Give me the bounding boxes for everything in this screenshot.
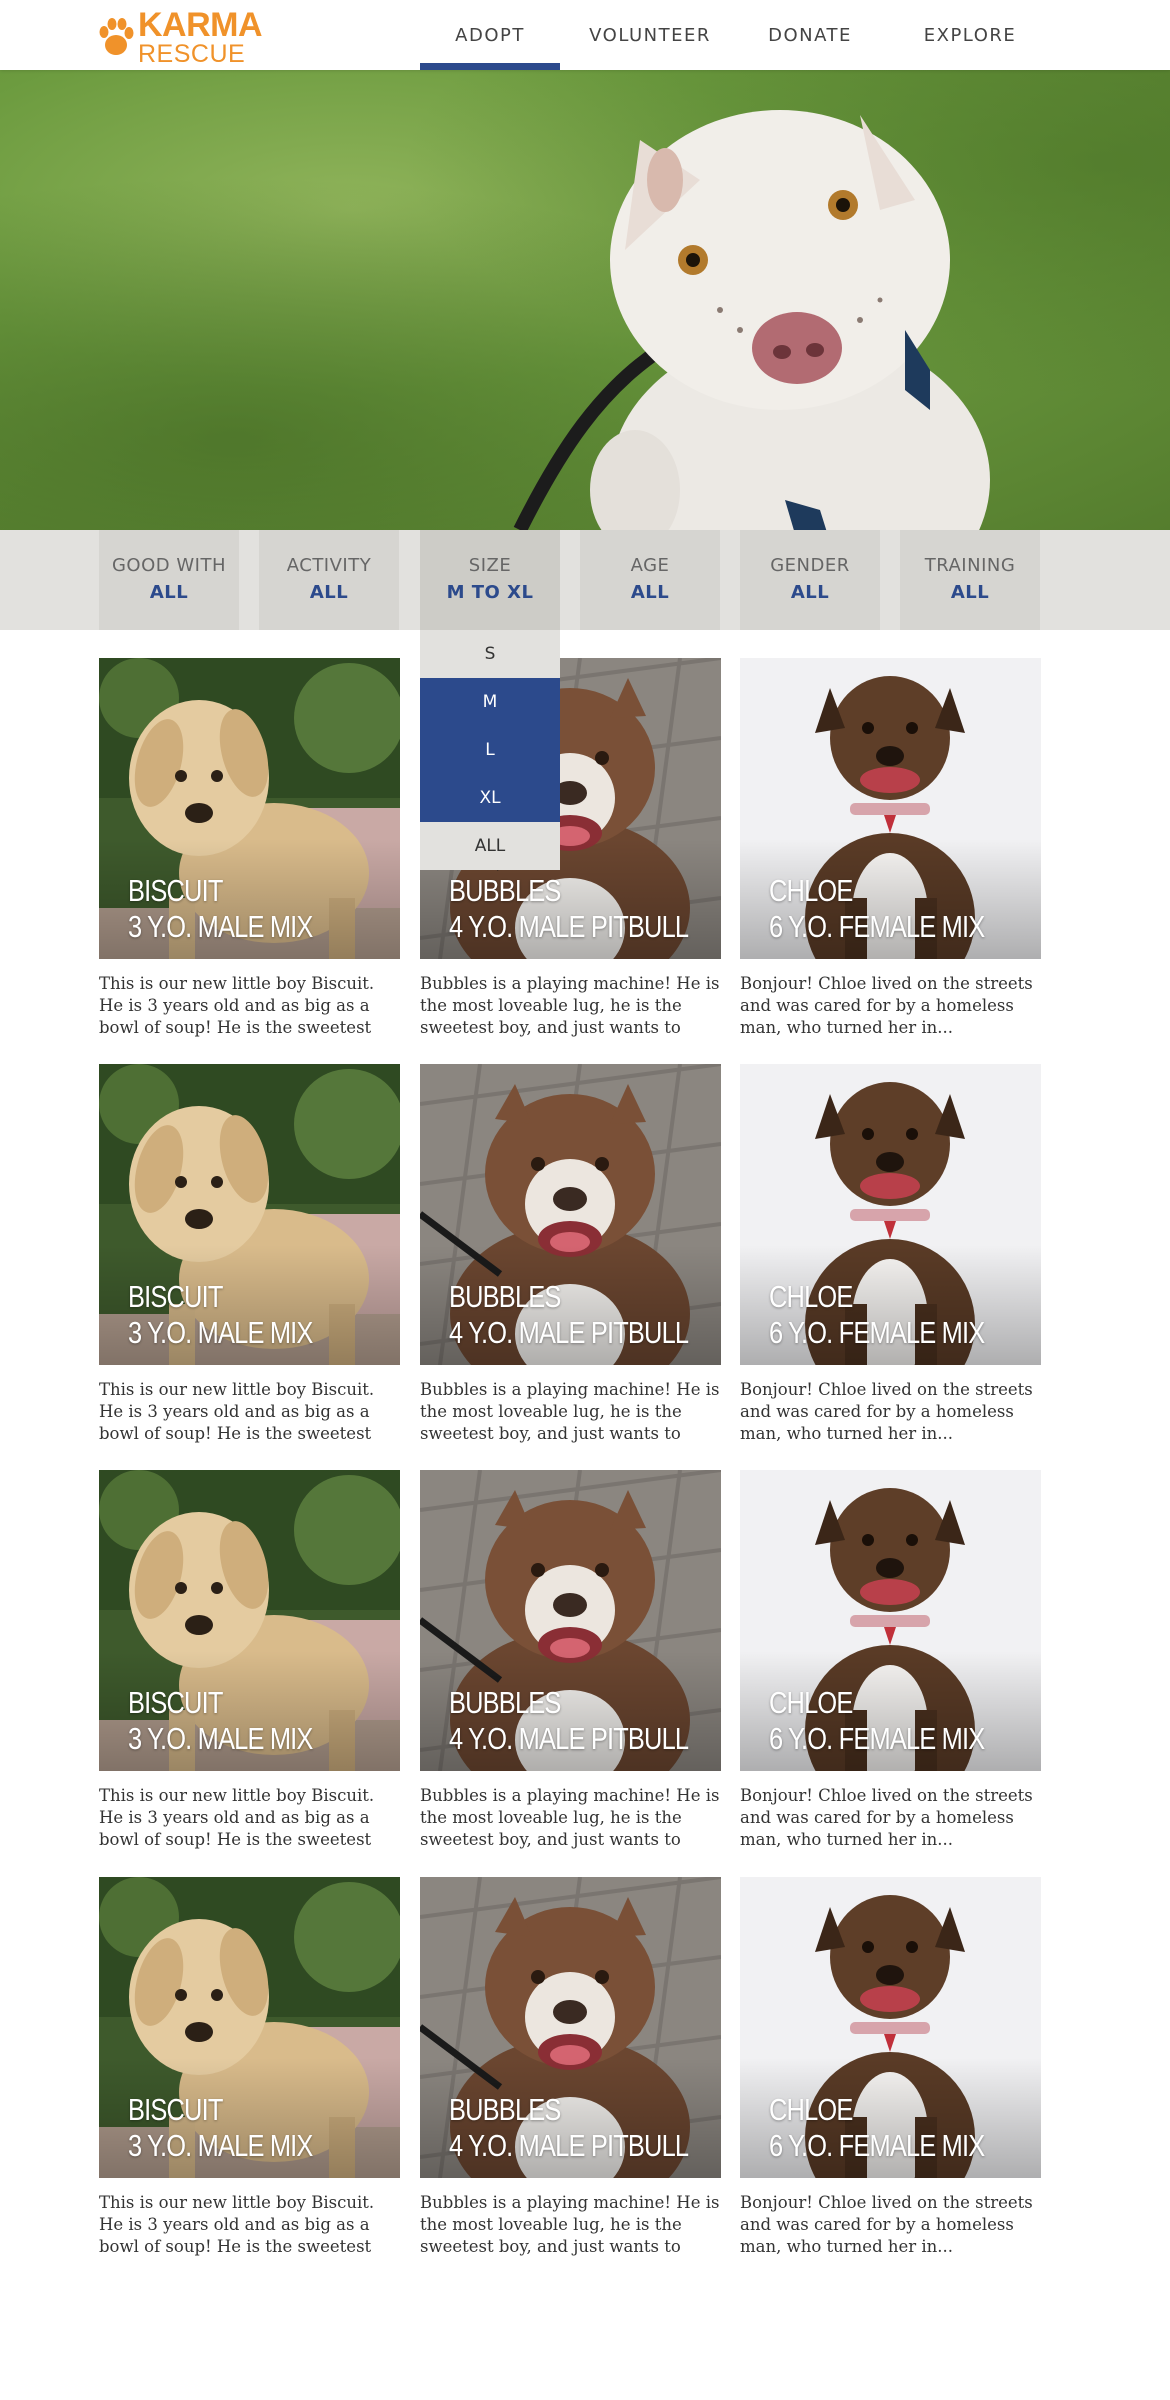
dog-photo[interactable]: BUBBLES 4 Y.O. MALE PITBULL xyxy=(420,1470,721,1771)
dog-name: BISCUIT xyxy=(128,873,223,908)
dog-description: Bubbles is a playing machine! He is the … xyxy=(420,1380,720,1443)
filter-good-with[interactable]: GOOD WITH ALL xyxy=(99,530,239,630)
filter-value: ALL xyxy=(630,582,670,603)
site-header: KARMA RESCUE ADOPT VOLUNTEER DONATE EXPL… xyxy=(0,0,1170,70)
nav-donate[interactable]: DONATE xyxy=(740,0,880,70)
dog-photo[interactable]: CHLOE 6 Y.O. FEMALE MIX xyxy=(740,1470,1041,1771)
dog-name: CHLOE xyxy=(769,2092,853,2127)
dog-card[interactable]: CHLOE 6 Y.O. FEMALE MIX Bonjour! Chloe l… xyxy=(740,658,1041,1039)
dog-photo[interactable]: CHLOE 6 Y.O. FEMALE MIX xyxy=(740,658,1041,959)
dog-description: This is our new little boy Biscuit. He i… xyxy=(99,974,375,1037)
dog-age-gender-breed: 6 Y.O. FEMALE MIX xyxy=(769,2128,985,2163)
size-dropdown: S M L XL ALL xyxy=(420,630,560,870)
dog-card[interactable]: BISCUIT 3 Y.O. MALE MIX This is our new … xyxy=(99,658,400,1039)
dog-age-gender-breed: 3 Y.O. MALE MIX xyxy=(128,2128,313,2163)
dog-card[interactable]: BISCUIT 3 Y.O. MALE MIX This is our new … xyxy=(99,1877,400,2258)
filter-value: ALL xyxy=(309,582,349,603)
filter-age[interactable]: AGE ALL xyxy=(580,530,720,630)
dog-age-gender-breed: 4 Y.O. MALE PITBULL xyxy=(449,909,689,944)
filter-activity[interactable]: ACTIVITY ALL xyxy=(259,530,399,630)
dog-card[interactable]: BUBBLES 4 Y.O. MALE PITBULL Bubbles is a… xyxy=(420,1064,721,1445)
dog-description: Bubbles is a playing machine! He is the … xyxy=(420,1786,720,1849)
paw-icon xyxy=(99,18,134,55)
size-option-l[interactable]: L xyxy=(420,726,560,774)
logo-rescue-text: RESCUE xyxy=(138,40,246,68)
dog-photo[interactable]: CHLOE 6 Y.O. FEMALE MIX xyxy=(740,1877,1041,2178)
filter-value: ALL xyxy=(149,582,189,603)
white-pitbull-hero-photo xyxy=(513,110,990,530)
dog-card[interactable]: CHLOE 6 Y.O. FEMALE MIX Bonjour! Chloe l… xyxy=(740,1470,1041,1851)
filter-size[interactable]: SIZE M TO XL xyxy=(420,530,560,630)
dog-description: Bonjour! Chloe lived on the streets and … xyxy=(740,1380,1033,1443)
dog-description: This is our new little boy Biscuit. He i… xyxy=(99,1380,375,1443)
dog-name: CHLOE xyxy=(769,1279,853,1314)
filter-label: TRAINING xyxy=(924,555,1016,576)
dog-age-gender-breed: 3 Y.O. MALE MIX xyxy=(128,909,313,944)
filter-value: ALL xyxy=(790,582,830,603)
dog-description: This is our new little boy Biscuit. He i… xyxy=(99,1786,375,1849)
logo-karma-text: KARMA xyxy=(138,6,263,44)
nav-explore[interactable]: EXPLORE xyxy=(900,0,1040,70)
dog-name: BUBBLES xyxy=(449,2092,561,2127)
dog-photo[interactable]: BUBBLES 4 Y.O. MALE PITBULL xyxy=(420,1064,721,1365)
dog-photo[interactable]: CHLOE 6 Y.O. FEMALE MIX xyxy=(740,1064,1041,1365)
hero-image xyxy=(0,70,1170,530)
dog-photo[interactable]: BUBBLES 4 Y.O. MALE PITBULL xyxy=(420,1877,721,2178)
filter-label: SIZE xyxy=(468,555,512,576)
dog-name: BUBBLES xyxy=(449,1685,561,1720)
dog-description: Bonjour! Chloe lived on the streets and … xyxy=(740,974,1033,1037)
dog-card[interactable]: CHLOE 6 Y.O. FEMALE MIX Bonjour! Chloe l… xyxy=(740,1064,1041,1445)
dog-description: Bubbles is a playing machine! He is the … xyxy=(420,2193,720,2256)
nav-volunteer[interactable]: VOLUNTEER xyxy=(580,0,720,70)
dog-name: CHLOE xyxy=(769,873,853,908)
dog-description: Bonjour! Chloe lived on the streets and … xyxy=(740,2193,1033,2256)
dog-card[interactable]: BUBBLES 4 Y.O. MALE PITBULL Bubbles is a… xyxy=(420,1470,721,1851)
filter-label: GENDER xyxy=(770,555,850,576)
dog-name: BISCUIT xyxy=(128,1685,223,1720)
filter-label: ACTIVITY xyxy=(286,555,372,576)
dog-card[interactable]: BUBBLES 4 Y.O. MALE PITBULL Bubbles is a… xyxy=(420,1877,721,2258)
dog-age-gender-breed: 6 Y.O. FEMALE MIX xyxy=(769,1721,985,1756)
dog-photo[interactable]: BISCUIT 3 Y.O. MALE MIX xyxy=(99,1064,400,1365)
dog-card[interactable]: BISCUIT 3 Y.O. MALE MIX This is our new … xyxy=(99,1064,400,1445)
dog-card[interactable]: CHLOE 6 Y.O. FEMALE MIX Bonjour! Chloe l… xyxy=(740,1877,1041,2258)
dog-age-gender-breed: 6 Y.O. FEMALE MIX xyxy=(769,909,985,944)
size-option-m[interactable]: M xyxy=(420,678,560,726)
size-option-xl[interactable]: XL xyxy=(420,774,560,822)
dog-photo[interactable]: BISCUIT 3 Y.O. MALE MIX xyxy=(99,1877,400,2178)
dog-photo[interactable]: BISCUIT 3 Y.O. MALE MIX xyxy=(99,658,400,959)
dog-card[interactable]: BISCUIT 3 Y.O. MALE MIX This is our new … xyxy=(99,1470,400,1851)
dog-description: This is our new little boy Biscuit. He i… xyxy=(99,2193,375,2256)
dog-name: BUBBLES xyxy=(449,1279,561,1314)
dog-name: CHLOE xyxy=(769,1685,853,1720)
dog-age-gender-breed: 4 Y.O. MALE PITBULL xyxy=(449,1315,689,1350)
dog-photo[interactable]: BISCUIT 3 Y.O. MALE MIX xyxy=(99,1470,400,1771)
dog-name: BISCUIT xyxy=(128,1279,223,1314)
filter-gender[interactable]: GENDER ALL xyxy=(740,530,880,630)
dog-age-gender-breed: 4 Y.O. MALE PITBULL xyxy=(449,2128,689,2163)
filter-label: GOOD WITH xyxy=(111,555,226,576)
dog-name: BUBBLES xyxy=(449,873,561,908)
size-option-s[interactable]: S xyxy=(420,630,560,678)
filter-label: AGE xyxy=(630,555,670,576)
dog-name: BISCUIT xyxy=(128,2092,223,2127)
dog-description: Bubbles is a playing machine! He is the … xyxy=(420,974,720,1037)
dog-age-gender-breed: 3 Y.O. MALE MIX xyxy=(128,1721,313,1756)
filter-training[interactable]: TRAINING ALL xyxy=(900,530,1040,630)
filter-value: ALL xyxy=(950,582,990,603)
dog-age-gender-breed: 4 Y.O. MALE PITBULL xyxy=(449,1721,689,1756)
dog-age-gender-breed: 3 Y.O. MALE MIX xyxy=(128,1315,313,1350)
nav-adopt[interactable]: ADOPT xyxy=(420,0,560,70)
dog-age-gender-breed: 6 Y.O. FEMALE MIX xyxy=(769,1315,985,1350)
dog-description: Bonjour! Chloe lived on the streets and … xyxy=(740,1786,1033,1849)
karma-rescue-logo[interactable]: KARMA RESCUE xyxy=(98,6,263,67)
filter-value: M TO XL xyxy=(446,582,534,603)
size-option-all[interactable]: ALL xyxy=(420,822,560,870)
